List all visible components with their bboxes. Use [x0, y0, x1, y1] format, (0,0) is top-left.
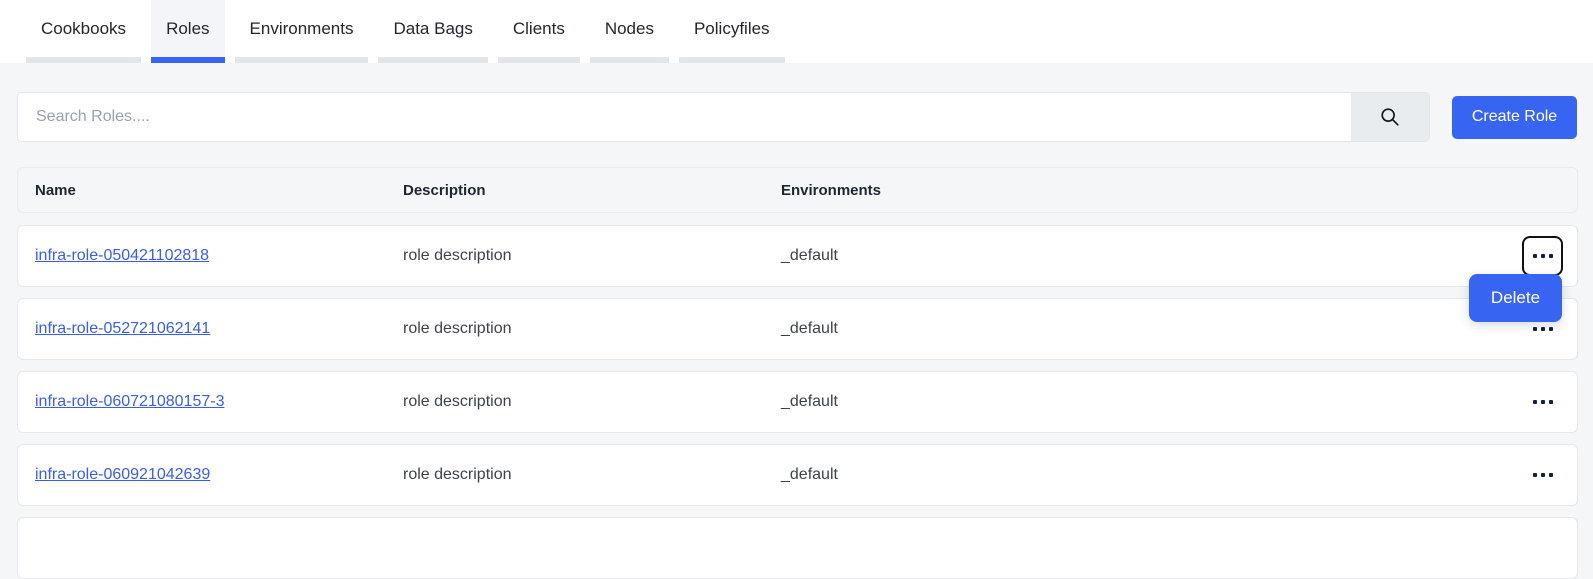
column-header-name: Name [35, 182, 403, 199]
tab-label: Cookbooks [41, 19, 126, 39]
role-description: role description [403, 466, 781, 484]
roles-page: Create Role Name Description Environment… [0, 92, 1593, 579]
row-actions-menu-button[interactable] [1522, 455, 1563, 495]
table-row: infra-role-060721080157-3 role descripti… [17, 371, 1578, 433]
ellipsis-icon [1549, 254, 1553, 258]
ellipsis-icon [1541, 473, 1545, 477]
column-header-environments: Environments [781, 182, 1503, 199]
column-header-description: Description [403, 182, 781, 199]
row-actions-menu-button[interactable] [1522, 382, 1563, 422]
role-name-link[interactable]: infra-role-060921042639 [35, 466, 210, 484]
delete-menu-item[interactable]: Delete [1469, 274, 1562, 322]
ellipsis-icon [1541, 400, 1545, 404]
role-environments: _default [781, 393, 1503, 411]
search-button[interactable] [1351, 93, 1429, 141]
tab-label: Environments [250, 19, 354, 39]
tab-label: Policyfiles [694, 19, 770, 39]
tab-label: Clients [513, 19, 565, 39]
role-description: role description [403, 393, 781, 411]
role-name-link[interactable]: infra-role-052721062141 [35, 320, 210, 338]
ellipsis-icon [1549, 473, 1553, 477]
tab-label: Nodes [605, 19, 654, 39]
ellipsis-icon [1549, 327, 1553, 331]
tab-clients[interactable]: Clients [498, 0, 580, 63]
ellipsis-icon [1541, 254, 1545, 258]
ellipsis-icon [1533, 254, 1537, 258]
tab-cookbooks[interactable]: Cookbooks [26, 0, 141, 63]
role-description: role description [403, 247, 781, 265]
role-environments: _default [781, 320, 1503, 338]
role-name-link[interactable]: infra-role-050421102818 [35, 247, 209, 265]
role-environments: _default [781, 466, 1503, 484]
table-row-partial [17, 517, 1578, 579]
ellipsis-icon [1533, 327, 1537, 331]
search-icon [1379, 106, 1401, 128]
create-role-button[interactable]: Create Role [1452, 96, 1577, 139]
role-description: role description [403, 320, 781, 338]
tab-environments[interactable]: Environments [235, 0, 369, 63]
table-row: infra-role-050421102818 role description… [17, 225, 1578, 287]
ellipsis-icon [1549, 400, 1553, 404]
row-actions-menu-button[interactable] [1522, 236, 1563, 276]
tab-data-bags[interactable]: Data Bags [378, 0, 487, 63]
ellipsis-icon [1533, 473, 1537, 477]
ellipsis-icon [1541, 327, 1545, 331]
role-environments: _default [781, 247, 1503, 265]
tab-label: Data Bags [393, 19, 472, 39]
ellipsis-icon [1533, 400, 1537, 404]
tab-label: Roles [166, 19, 209, 39]
table-header-row: Name Description Environments [17, 167, 1578, 213]
search-input[interactable] [18, 93, 1351, 141]
search-toolbar: Create Role [17, 92, 1578, 142]
tab-policyfiles[interactable]: Policyfiles [679, 0, 785, 63]
table-row: infra-role-060921042639 role description… [17, 444, 1578, 506]
role-name-link[interactable]: infra-role-060721080157-3 [35, 393, 224, 411]
infra-tab-bar: Cookbooks Roles Environments Data Bags C… [0, 0, 1593, 63]
search-input-group [17, 92, 1430, 142]
tab-roles[interactable]: Roles [151, 0, 224, 63]
tab-nodes[interactable]: Nodes [590, 0, 669, 63]
table-row: infra-role-052721062141 role description… [17, 298, 1578, 360]
